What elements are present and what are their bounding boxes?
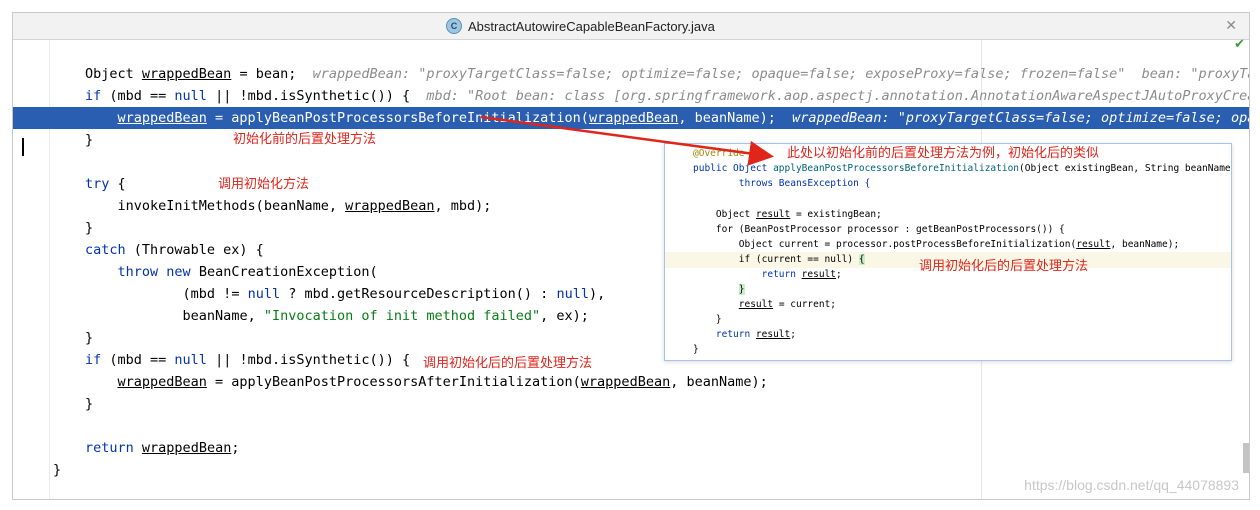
vertical-scrollbar-thumb[interactable]: [1243, 443, 1249, 473]
editor-window: C AbstractAutowireCapableBeanFactory.jav…: [12, 12, 1250, 500]
annotation-arrow: [480, 115, 774, 166]
watermark: https://blog.csdn.net/qq_44078893: [1024, 477, 1239, 493]
